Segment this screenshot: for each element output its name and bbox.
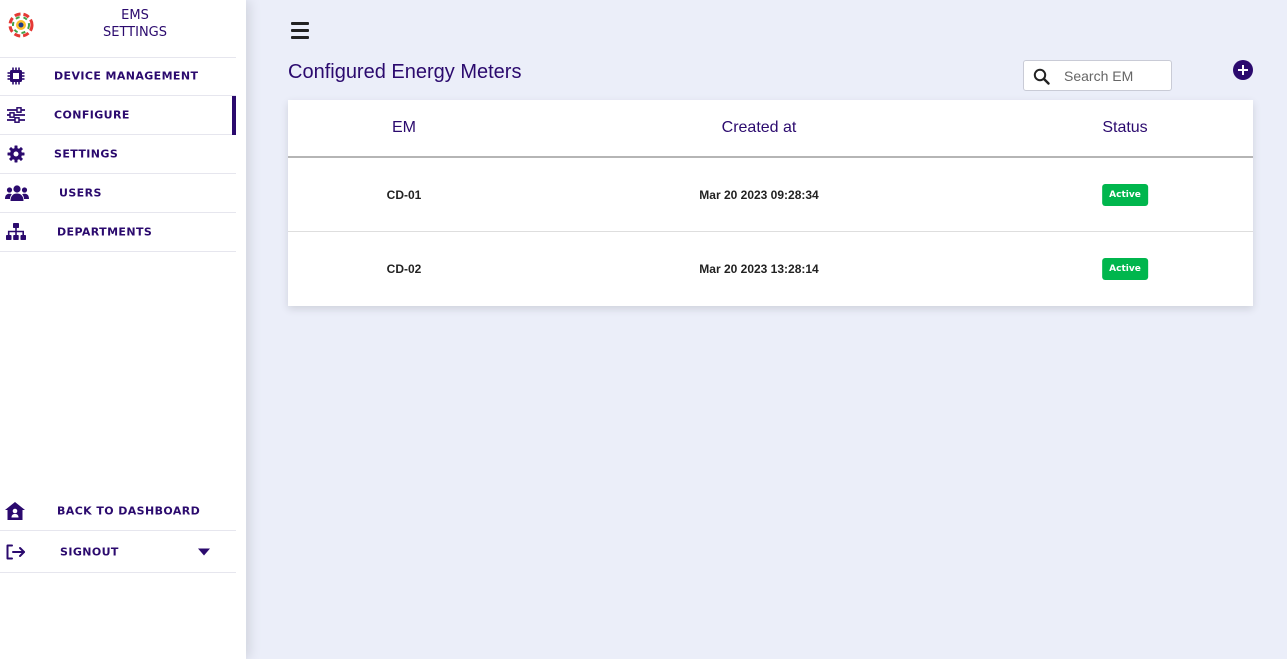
house-user-icon xyxy=(5,501,25,521)
energy-meters-table: EM Created at Status CD-01 Mar 20 2023 0… xyxy=(288,100,1253,306)
sitemap-icon xyxy=(6,222,26,242)
brand-header: EMS SETTINGS xyxy=(0,0,236,58)
table-row[interactable]: CD-02 Mar 20 2023 13:28:14 Active xyxy=(288,232,1253,306)
sidebar-item-configure[interactable]: CONFIGURE xyxy=(0,96,236,135)
users-icon xyxy=(5,183,29,203)
sidebar-item-back-to-dashboard[interactable]: BACK TO DASHBOARD xyxy=(0,492,236,531)
sidebar-item-label: DEVICE MANAGEMENT xyxy=(54,69,199,83)
search-box[interactable] xyxy=(1023,60,1172,91)
cell-created-at: Mar 20 2023 13:28:14 xyxy=(699,262,819,276)
sliders-icon xyxy=(6,105,26,125)
page-title: Configured Energy Meters xyxy=(288,61,522,83)
sidebar-item-label: CONFIGURE xyxy=(54,108,130,122)
table-row[interactable]: CD-01 Mar 20 2023 09:28:34 Active xyxy=(288,158,1253,232)
sidebar: EMS SETTINGS DEVICE MANAGEMENT CONFIGURE… xyxy=(0,0,246,659)
chip-icon xyxy=(6,66,26,86)
search-input[interactable] xyxy=(1064,65,1168,87)
add-energy-meter-button[interactable] xyxy=(1233,60,1253,80)
status-badge: Active xyxy=(1102,183,1148,206)
logo-icon xyxy=(8,12,34,38)
sidebar-item-settings[interactable]: SETTINGS xyxy=(0,135,236,174)
hamburger-icon xyxy=(291,22,309,25)
sidebar-item-label: DEPARTMENTS xyxy=(57,225,153,239)
search-icon xyxy=(1033,68,1050,85)
app-title-line1: EMS xyxy=(121,8,149,23)
cell-em: CD-02 xyxy=(386,262,422,276)
cell-em: CD-01 xyxy=(386,187,422,202)
sidebar-item-users[interactable]: USERS xyxy=(0,174,236,213)
chevron-down-icon[interactable] xyxy=(198,548,210,555)
app-title: EMS SETTINGS xyxy=(70,7,200,41)
status-badge: Active xyxy=(1102,258,1148,280)
app-title-line2: SETTINGS xyxy=(102,25,167,40)
sidebar-item-device-management[interactable]: DEVICE MANAGEMENT xyxy=(0,57,236,96)
sidebar-item-label: SETTINGS xyxy=(54,147,119,161)
sidebar-item-label: SIGNOUT xyxy=(60,545,119,558)
menu-toggle-button[interactable] xyxy=(291,22,309,39)
sidebar-item-departments[interactable]: DEPARTMENTS xyxy=(0,213,236,252)
sidebar-item-label: BACK TO DASHBOARD xyxy=(57,504,201,518)
column-header-em[interactable]: EM xyxy=(392,119,416,137)
table-header: EM Created at Status xyxy=(288,100,1253,158)
sidebar-item-signout[interactable]: SIGNOUT xyxy=(0,531,236,573)
cell-created-at: Mar 20 2023 09:28:34 xyxy=(699,187,819,202)
sign-out-icon xyxy=(6,542,26,562)
sidebar-item-label: USERS xyxy=(59,186,102,200)
gear-icon xyxy=(6,144,26,164)
column-header-status[interactable]: Status xyxy=(1102,119,1147,137)
column-header-created-at[interactable]: Created at xyxy=(722,119,797,137)
